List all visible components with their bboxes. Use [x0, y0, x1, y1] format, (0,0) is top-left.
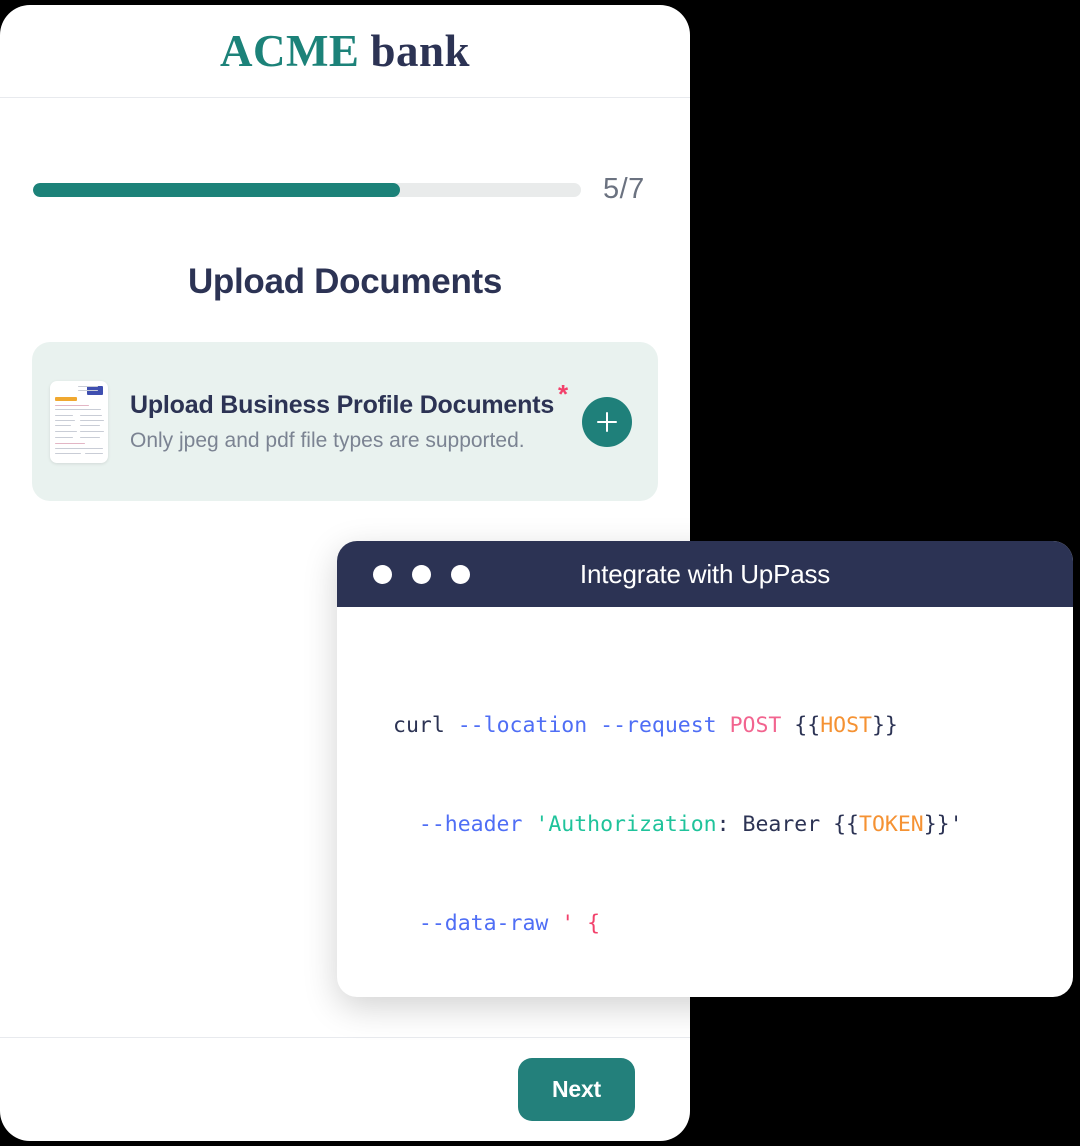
window-dot-maximize-icon[interactable]	[451, 564, 470, 584]
window-controls[interactable]	[373, 564, 470, 584]
app-footer: Next	[0, 1037, 690, 1141]
screenshot-stage: ACME bank 5/7 Upload Documents Upload Bu…	[0, 0, 1080, 1146]
window-dot-close-icon[interactable]	[373, 564, 392, 584]
progress-step-label: 5/7	[603, 173, 645, 205]
code-line: curl --location --request POST {{HOST}}	[393, 713, 898, 738]
progress-bar	[33, 182, 581, 197]
add-file-button[interactable]	[582, 396, 632, 447]
app-header: ACME bank	[0, 5, 690, 98]
required-asterisk: *	[558, 379, 568, 410]
window-dot-minimize-icon[interactable]	[412, 564, 431, 584]
next-button[interactable]: Next	[517, 1058, 635, 1121]
code-block: curl --location --request POST {{HOST}} …	[337, 607, 1073, 997]
code-panel-titlebar: Integrate with UpPass	[337, 541, 1073, 607]
page-title: Upload Documents	[187, 262, 503, 301]
code-snippet-panel: Integrate with UpPass curl --location --…	[337, 541, 1073, 997]
upload-item-subtitle: Only jpeg and pdf file types are support…	[130, 428, 525, 452]
upload-documents-row[interactable]: Upload Business Profile Documents * Only …	[32, 342, 658, 501]
brand-logo: ACME bank	[220, 25, 470, 77]
upload-item-title: Upload Business Profile Documents *	[130, 381, 582, 420]
code-line: --data-raw ' {	[418, 911, 601, 936]
upload-text-block: Upload Business Profile Documents * Only …	[130, 381, 582, 453]
progress-row: 5/7	[33, 173, 663, 206]
upload-item-title-text: Upload Business Profile Documents	[130, 390, 555, 419]
brand-name-primary: ACME	[219, 26, 360, 76]
code-line: --header 'Authorization: Bearer {{TOKEN}…	[418, 812, 963, 837]
brand-name-secondary: bank	[370, 26, 471, 76]
progress-bar-fill	[33, 182, 401, 197]
document-thumbnail-icon	[50, 380, 108, 463]
